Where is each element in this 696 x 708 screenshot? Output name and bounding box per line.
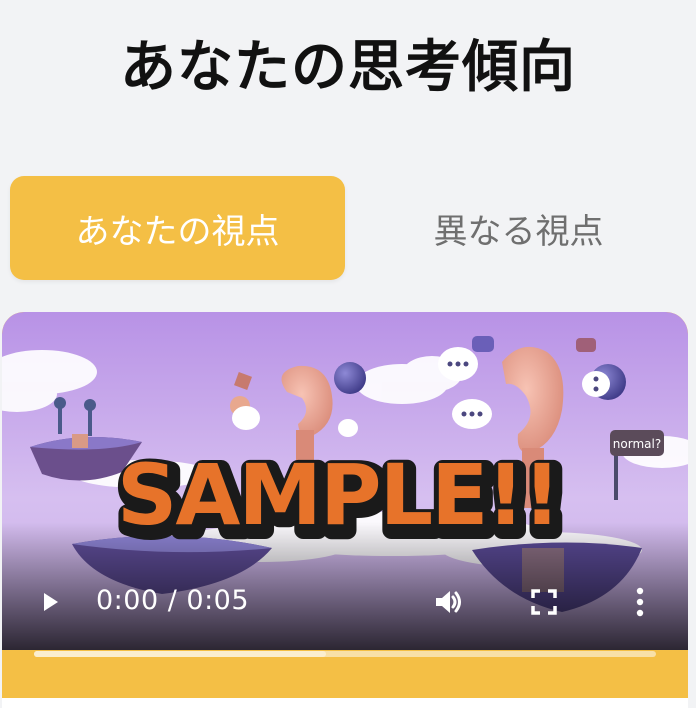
more-options-icon	[636, 587, 644, 617]
time-display: 0:00 / 0:05	[96, 572, 249, 628]
tab-different-perspective[interactable]: 異なる視点	[351, 176, 686, 280]
fullscreen-button[interactable]	[522, 582, 566, 622]
volume-button[interactable]	[426, 582, 470, 622]
video-progress-bar[interactable]	[34, 651, 656, 657]
play-icon	[44, 593, 58, 611]
video-buffered-range	[34, 651, 327, 657]
time-separator: /	[158, 584, 187, 616]
current-time: 0:00	[96, 584, 159, 616]
duration: 0:05	[186, 584, 250, 616]
signpost-text: normal?	[613, 437, 661, 451]
tab-your-perspective[interactable]: あなたの視点	[10, 176, 345, 280]
card-footer-strip	[2, 698, 688, 708]
video-card: normal? SAMPLE!! SAMPLE!!	[2, 312, 688, 708]
page-title: あなたの思考傾向	[120, 35, 576, 100]
volume-icon	[436, 591, 461, 613]
more-options-button[interactable]	[620, 582, 660, 622]
play-button[interactable]	[30, 582, 70, 622]
fullscreen-icon	[531, 589, 557, 615]
view-tabs: あなたの視点 異なる視点	[10, 176, 686, 280]
sample-watermark: SAMPLE!!	[117, 446, 559, 544]
